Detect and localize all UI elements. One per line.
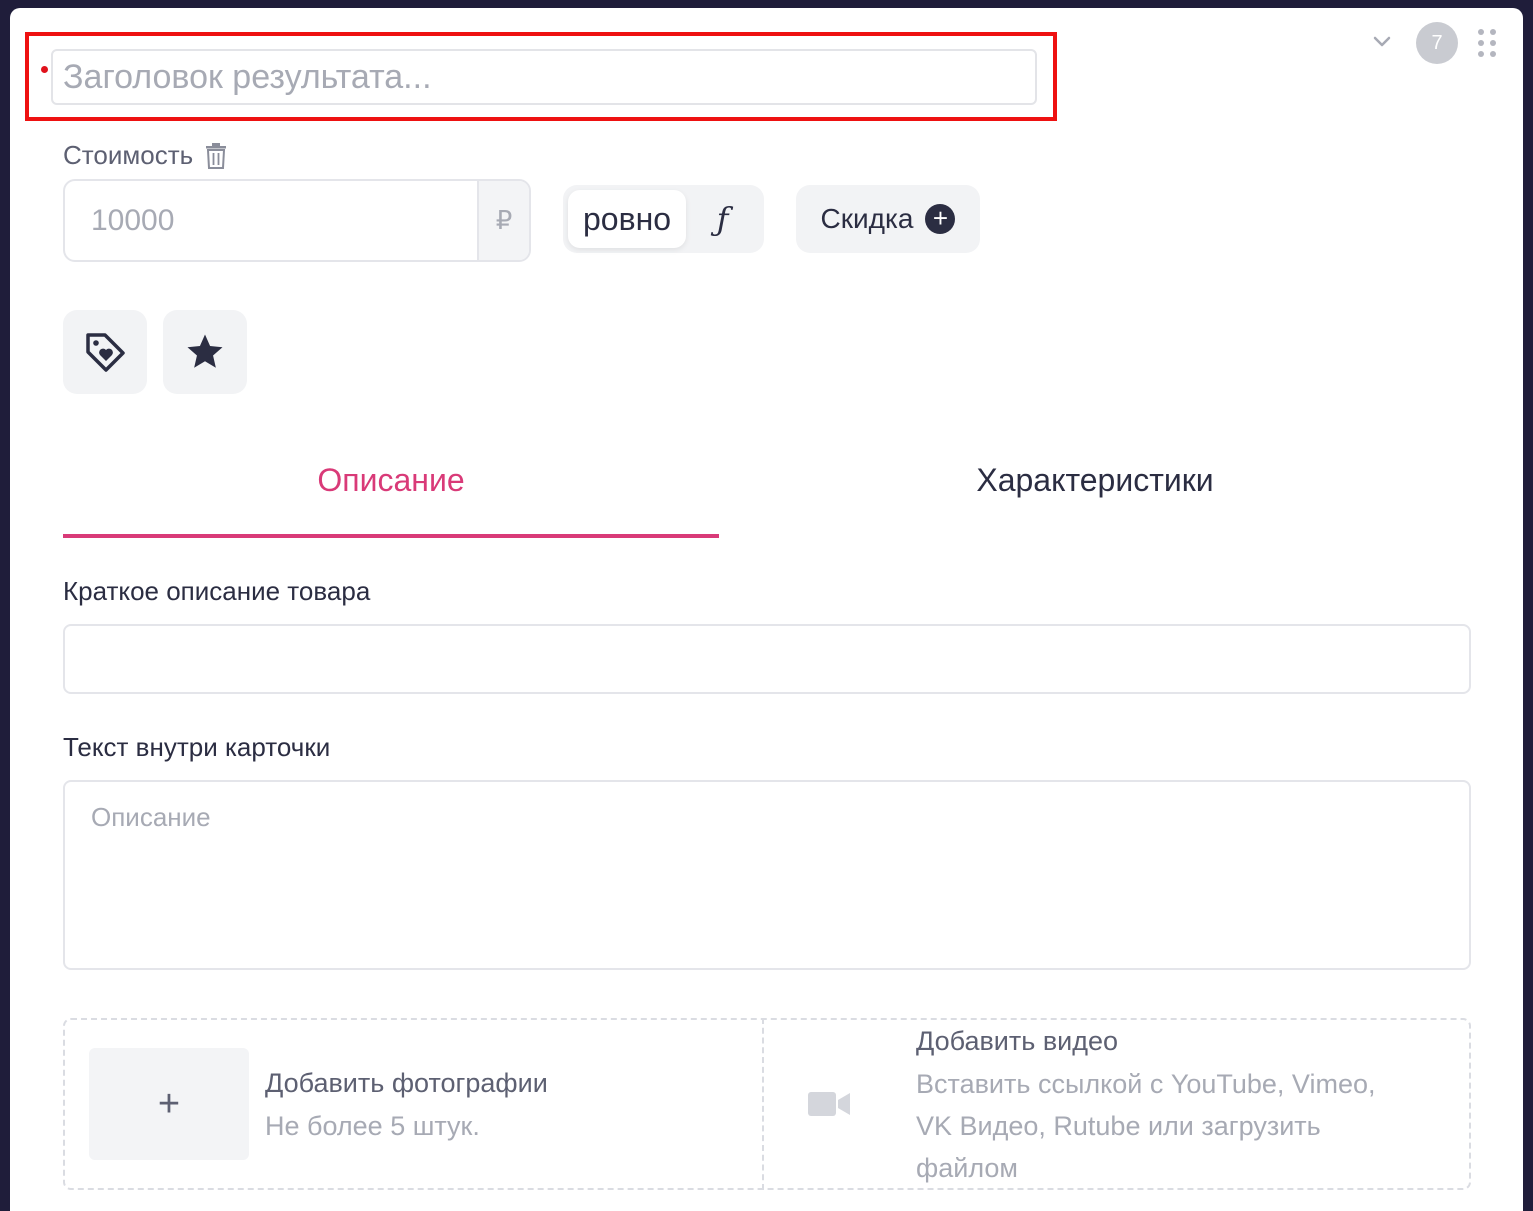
add-video-hint-2: VK Видео, Rutube или загрузить xyxy=(916,1111,1321,1141)
chevron-down-icon[interactable] xyxy=(1370,30,1394,54)
required-dot xyxy=(41,66,48,73)
discount-label: Скидка xyxy=(820,203,914,234)
price-field: ₽ xyxy=(63,179,531,262)
price-label: Стоимость xyxy=(63,140,194,170)
add-video-hint-1: Вставить ссылкой с YouTube, Vimeo, xyxy=(916,1069,1376,1099)
short-desc-input[interactable] xyxy=(63,624,1471,694)
card-text-input[interactable] xyxy=(63,780,1471,970)
tag-button[interactable] xyxy=(63,310,147,394)
media-divider xyxy=(762,1018,764,1190)
price-mode-toggle: ровно ƒ xyxy=(563,185,764,253)
price-label-row: Стоимость xyxy=(63,140,227,171)
add-video-hint-3: файлом xyxy=(916,1153,1018,1183)
tab-characteristics[interactable]: Характеристики xyxy=(767,462,1423,499)
tab-description[interactable]: Описание xyxy=(63,462,719,499)
video-camera-icon[interactable] xyxy=(808,1090,850,1118)
mode-formula-button[interactable]: ƒ xyxy=(686,200,759,238)
currency-symbol: ₽ xyxy=(477,181,529,260)
star-icon xyxy=(187,334,223,368)
add-video-title[interactable]: Добавить видео xyxy=(916,1026,1118,1057)
position-badge: 7 xyxy=(1416,22,1458,64)
plus-circle-icon: + xyxy=(925,204,956,234)
add-photo-button[interactable]: + xyxy=(89,1048,249,1160)
trash-icon[interactable] xyxy=(205,142,227,169)
add-photo-hint: Не более 5 штук. xyxy=(265,1111,480,1141)
card-text-label: Текст внутри карточки xyxy=(63,732,331,762)
mode-exact-button[interactable]: ровно xyxy=(568,190,686,248)
add-photo-title[interactable]: Добавить фотографии xyxy=(265,1068,548,1099)
drag-handle-icon[interactable] xyxy=(1476,28,1498,58)
active-tab-indicator xyxy=(63,534,719,538)
price-input[interactable] xyxy=(65,181,477,260)
discount-button[interactable]: Скидка + xyxy=(796,185,980,253)
favorite-button[interactable] xyxy=(163,310,247,394)
short-desc-label: Краткое описание товара xyxy=(63,576,371,606)
result-title-input[interactable] xyxy=(51,49,1037,105)
tag-heart-icon xyxy=(86,333,125,372)
